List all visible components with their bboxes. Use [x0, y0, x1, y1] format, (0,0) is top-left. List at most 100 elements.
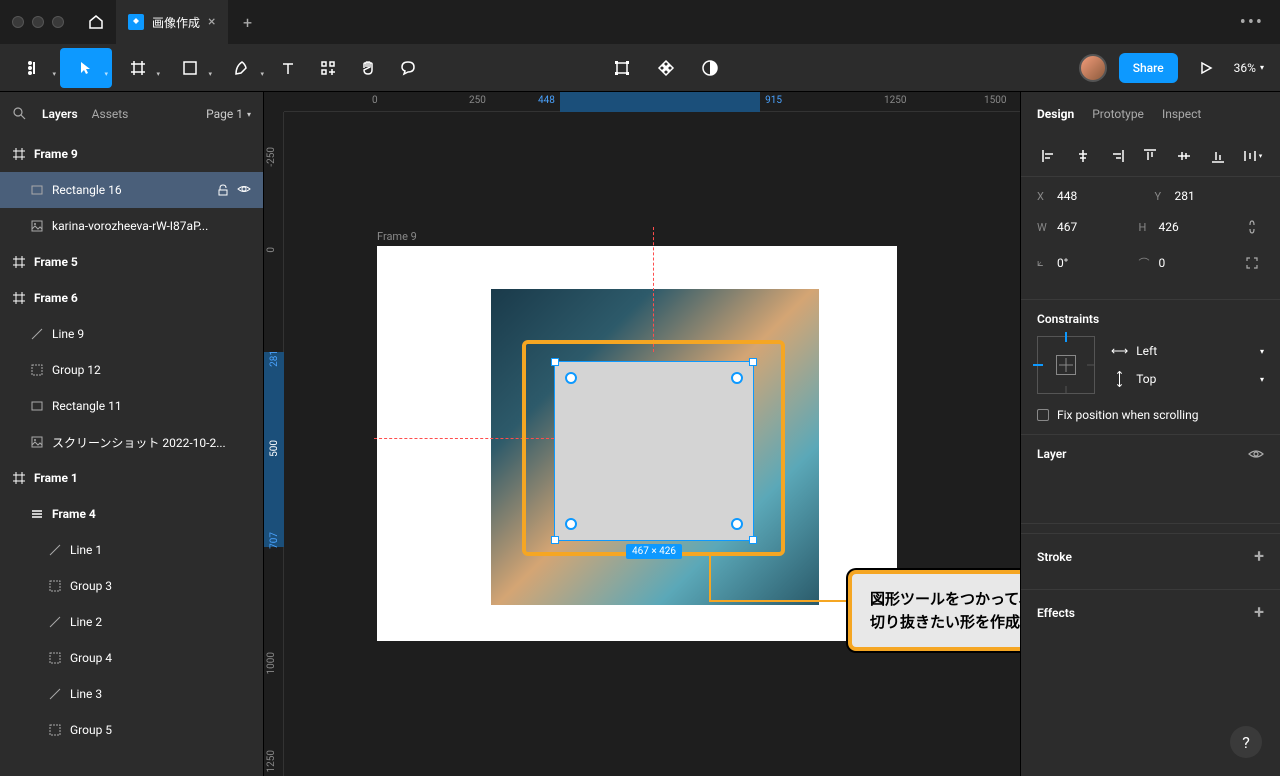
frame-tool[interactable]: ▾: [112, 48, 164, 88]
layer-row[interactable]: Line 3: [0, 676, 263, 712]
minimize-window-icon[interactable]: [32, 16, 44, 28]
layer-row[interactable]: Rectangle 16: [0, 172, 263, 208]
resize-handle-se[interactable]: [749, 536, 757, 544]
layer-type-icon: [30, 363, 44, 377]
maximize-window-icon[interactable]: [52, 16, 64, 28]
align-center-v-icon[interactable]: [1172, 144, 1196, 168]
mask-tool[interactable]: [690, 48, 730, 88]
help-button[interactable]: ?: [1230, 726, 1262, 758]
layer-name: Frame 1: [34, 471, 78, 485]
new-tab-button[interactable]: +: [228, 0, 268, 44]
main-menu-button[interactable]: ▾: [8, 48, 60, 88]
shape-tool[interactable]: ▾: [164, 48, 216, 88]
more-menu-icon[interactable]: •••: [1224, 12, 1280, 33]
add-effect-button[interactable]: +: [1254, 602, 1264, 623]
layer-row[interactable]: Frame 4: [0, 496, 263, 532]
corner-radius-handle[interactable]: [565, 372, 577, 384]
search-icon[interactable]: [12, 106, 28, 122]
resize-handle-nw[interactable]: [551, 358, 559, 366]
inspect-tab[interactable]: Inspect: [1162, 107, 1201, 121]
resize-handle-ne[interactable]: [749, 358, 757, 366]
link-dimensions-icon[interactable]: [1240, 215, 1264, 239]
corner-radius-value[interactable]: 0: [1159, 256, 1166, 270]
layer-row[interactable]: Frame 5: [0, 244, 263, 280]
edit-object-tool[interactable]: [602, 48, 642, 88]
layer-name: Group 12: [52, 363, 101, 377]
close-window-icon[interactable]: [12, 16, 24, 28]
tab-current-file[interactable]: 画像作成 ×: [116, 0, 228, 44]
corner-radius-handle[interactable]: [565, 518, 577, 530]
lock-icon[interactable]: [217, 184, 229, 196]
x-value[interactable]: 448: [1057, 189, 1077, 203]
constraint-vertical[interactable]: ⟷Top▾: [1111, 372, 1264, 386]
layer-row[interactable]: スクリーンショット 2022-10-2...: [0, 424, 263, 460]
page-selector[interactable]: Page 1 ▾: [206, 107, 251, 121]
align-bottom-icon[interactable]: [1206, 144, 1230, 168]
selected-rectangle[interactable]: [554, 361, 754, 541]
constraint-horizontal[interactable]: ⟷Left▾: [1111, 344, 1264, 358]
layer-row[interactable]: Frame 9: [0, 136, 263, 172]
pen-tool[interactable]: ▾: [216, 48, 268, 88]
scrollbar-thumb[interactable]: [1020, 524, 1021, 584]
layer-row[interactable]: Group 12: [0, 352, 263, 388]
resources-tool[interactable]: [308, 48, 348, 88]
zoom-value: 36%: [1234, 61, 1256, 75]
layer-row[interactable]: Frame 1: [0, 460, 263, 496]
visibility-icon[interactable]: [237, 184, 251, 196]
add-stroke-button[interactable]: +: [1254, 546, 1264, 567]
rotation-value[interactable]: 0°: [1057, 256, 1068, 270]
layer-type-icon: [30, 327, 44, 341]
corner-radius-handle[interactable]: [731, 372, 743, 384]
align-left-icon[interactable]: [1037, 144, 1061, 168]
share-button[interactable]: Share: [1119, 53, 1178, 83]
align-center-h-icon[interactable]: [1071, 144, 1095, 168]
user-avatar[interactable]: [1079, 54, 1107, 82]
frame-label[interactable]: Frame 9: [377, 230, 417, 243]
layer-name: Rectangle 16: [52, 183, 122, 197]
zoom-dropdown[interactable]: 36% ▾: [1234, 61, 1272, 75]
align-top-icon[interactable]: [1138, 144, 1162, 168]
present-button[interactable]: [1190, 52, 1222, 84]
horizontal-ruler: 0 250 750 1250 1500 448 915: [284, 92, 1020, 112]
y-value[interactable]: 281: [1175, 189, 1195, 203]
layer-type-icon: [30, 183, 44, 197]
layer-row[interactable]: Line 1: [0, 532, 263, 568]
layer-row[interactable]: Group 4: [0, 640, 263, 676]
independent-corners-icon[interactable]: [1240, 251, 1264, 275]
move-tool[interactable]: ▾: [60, 48, 112, 88]
assets-tab[interactable]: Assets: [92, 107, 129, 121]
ruler-selection-v: 281 500 707: [264, 352, 284, 547]
resize-handle-sw[interactable]: [551, 536, 559, 544]
tab-title: 画像作成: [152, 14, 200, 31]
layer-visibility-icon[interactable]: [1248, 448, 1264, 460]
layer-type-icon: [48, 615, 62, 629]
text-tool[interactable]: [268, 48, 308, 88]
canvas[interactable]: 0 250 750 1250 1500 448 915 -250 0 1000 …: [264, 92, 1020, 776]
layer-row[interactable]: Line 9: [0, 316, 263, 352]
close-tab-icon[interactable]: ×: [208, 14, 215, 30]
design-tab[interactable]: Design: [1037, 107, 1074, 121]
layer-row[interactable]: karina-vorozheeva-rW-I87aP...: [0, 208, 263, 244]
distribute-icon[interactable]: ▾: [1240, 144, 1264, 168]
layer-row[interactable]: Rectangle 11: [0, 388, 263, 424]
layer-type-icon: [48, 543, 62, 557]
home-button[interactable]: [76, 0, 116, 44]
align-right-icon[interactable]: [1105, 144, 1129, 168]
component-tool[interactable]: [646, 48, 686, 88]
layer-row[interactable]: Frame 6: [0, 280, 263, 316]
layer-type-icon: [48, 723, 62, 737]
hand-tool[interactable]: [348, 48, 388, 88]
fix-position-checkbox[interactable]: Fix position when scrolling: [1037, 408, 1264, 422]
height-value[interactable]: 426: [1159, 220, 1179, 234]
width-value[interactable]: 467: [1057, 220, 1077, 234]
layer-row[interactable]: Group 5: [0, 712, 263, 748]
corner-radius-handle[interactable]: [731, 518, 743, 530]
constraints-widget[interactable]: [1037, 336, 1095, 394]
prototype-tab[interactable]: Prototype: [1092, 107, 1144, 121]
layer-name: Group 3: [70, 579, 112, 593]
layer-row[interactable]: Group 3: [0, 568, 263, 604]
stroke-section-title: Stroke: [1037, 550, 1072, 564]
layers-tab[interactable]: Layers: [42, 107, 78, 121]
comment-tool[interactable]: [388, 48, 428, 88]
layer-row[interactable]: Line 2: [0, 604, 263, 640]
